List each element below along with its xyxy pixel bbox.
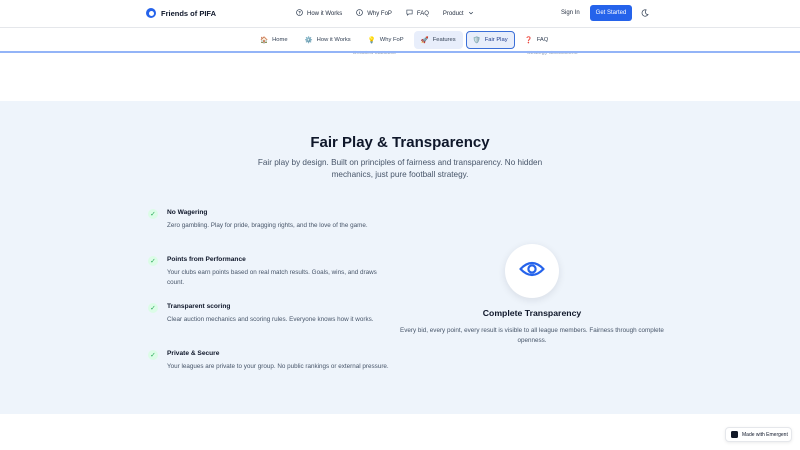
feature-item: ✓ Points from Performance Your clubs ear… (148, 255, 393, 302)
transparency-card-title: Complete Transparency (482, 308, 582, 318)
subnav-tab-label: Features (432, 37, 456, 43)
topnav-label: How it Works (307, 10, 343, 17)
shield-icon: 🛡️ (472, 37, 481, 44)
made-with-emergent-badge[interactable]: Made with Emergent (725, 427, 792, 442)
topnav-how-it-works[interactable]: How it Works (296, 9, 342, 18)
subnav-tab-label: How it Works (316, 37, 351, 43)
feature-title: Points from Performance (167, 256, 246, 263)
feature-description: Zero gambling. Play for pride, bragging … (167, 222, 368, 229)
topnav-faq[interactable]: FAQ (406, 9, 429, 18)
feature-list: ✓ No Wagering Zero gambling. Play for pr… (148, 208, 393, 372)
emergent-logo-icon (731, 431, 738, 438)
feature-title: No Wagering (167, 209, 208, 216)
topnav-label: Product (442, 10, 464, 17)
section-title: Fair Play & Transparency (310, 134, 490, 151)
question-icon: ❓ (524, 37, 533, 44)
check-icon: ✓ (148, 303, 158, 313)
subnav-tab-faq[interactable]: ❓ FAQ (518, 31, 556, 49)
topnav-label: Why FoP (367, 10, 392, 17)
topnav-why-fop[interactable]: Why FoP (356, 9, 392, 18)
get-started-button[interactable]: Get Started (590, 5, 632, 21)
subnav-tab-label: Home (272, 37, 288, 43)
subnav-tab-label: Fair Play (484, 37, 508, 43)
circle-help-icon (296, 9, 303, 18)
feature-description: Your leagues are private to your group. … (167, 363, 389, 370)
sign-in-link[interactable]: Sign In (561, 10, 580, 16)
check-icon: ✓ (148, 350, 158, 360)
subnav-tab-fair-play[interactable]: 🛡️ Fair Play (465, 31, 515, 49)
feature-title: Transparent scoring (167, 303, 231, 310)
section-subnav: 🏠 Home ⚙️ How it Works 💡 Why FoP 🚀 Featu… (0, 27, 800, 53)
check-icon: ✓ (148, 256, 158, 266)
lightbulb-icon: 💡 (367, 37, 376, 44)
section-subtitle: Fair play by design. Built on principles… (257, 158, 543, 179)
info-icon (356, 9, 364, 18)
topnav-label: FAQ (416, 10, 429, 17)
rocket-icon: 🚀 (420, 37, 429, 44)
transparency-card-description: Every bid, every point, every result is … (400, 327, 664, 344)
subnav-tab-label: FAQ (536, 37, 549, 43)
chevron-down-icon (468, 10, 474, 18)
feature-title: Private & Secure (167, 350, 220, 357)
subnav-tab-home[interactable]: 🏠 Home (253, 31, 295, 49)
feature-description: Clear auction mechanics and scoring rule… (167, 316, 374, 323)
feature-item: ✓ Private & Secure Your leagues are priv… (148, 349, 393, 372)
brand-name: Friends of PIFA (161, 8, 217, 18)
check-icon: ✓ (148, 209, 158, 219)
subnav-tab-why-fop[interactable]: 💡 Why FoP (361, 31, 411, 49)
eye-icon (519, 260, 545, 283)
chat-icon (406, 9, 413, 18)
brand[interactable]: Friends of PIFA (146, 8, 216, 18)
feature-description: Your clubs earn points based on real mat… (167, 269, 377, 286)
subnav-tab-how-it-works[interactable]: ⚙️ How it Works (298, 31, 358, 49)
brand-logo-icon (146, 8, 156, 18)
top-nav: How it Works Why FoP FAQ Product (296, 9, 474, 18)
home-icon: 🏠 (260, 37, 269, 44)
gear-icon: ⚙️ (304, 37, 313, 44)
topnav-product-dropdown[interactable]: Product (443, 10, 474, 18)
transparency-icon-circle (505, 244, 559, 298)
subnav-tab-label: Why FoP (379, 37, 404, 43)
top-navbar: Friends of PIFA How it Works Why FoP FAQ… (0, 0, 800, 27)
moon-icon[interactable] (640, 8, 650, 18)
subnav-progress-line (0, 51, 800, 53)
subnav-tab-features[interactable]: 🚀 Features (413, 31, 463, 49)
feature-item: ✓ Transparent scoring Clear auction mech… (148, 302, 393, 349)
feature-item: ✓ No Wagering Zero gambling. Play for pr… (148, 208, 393, 255)
badge-label: Made with Emergent (742, 431, 788, 438)
